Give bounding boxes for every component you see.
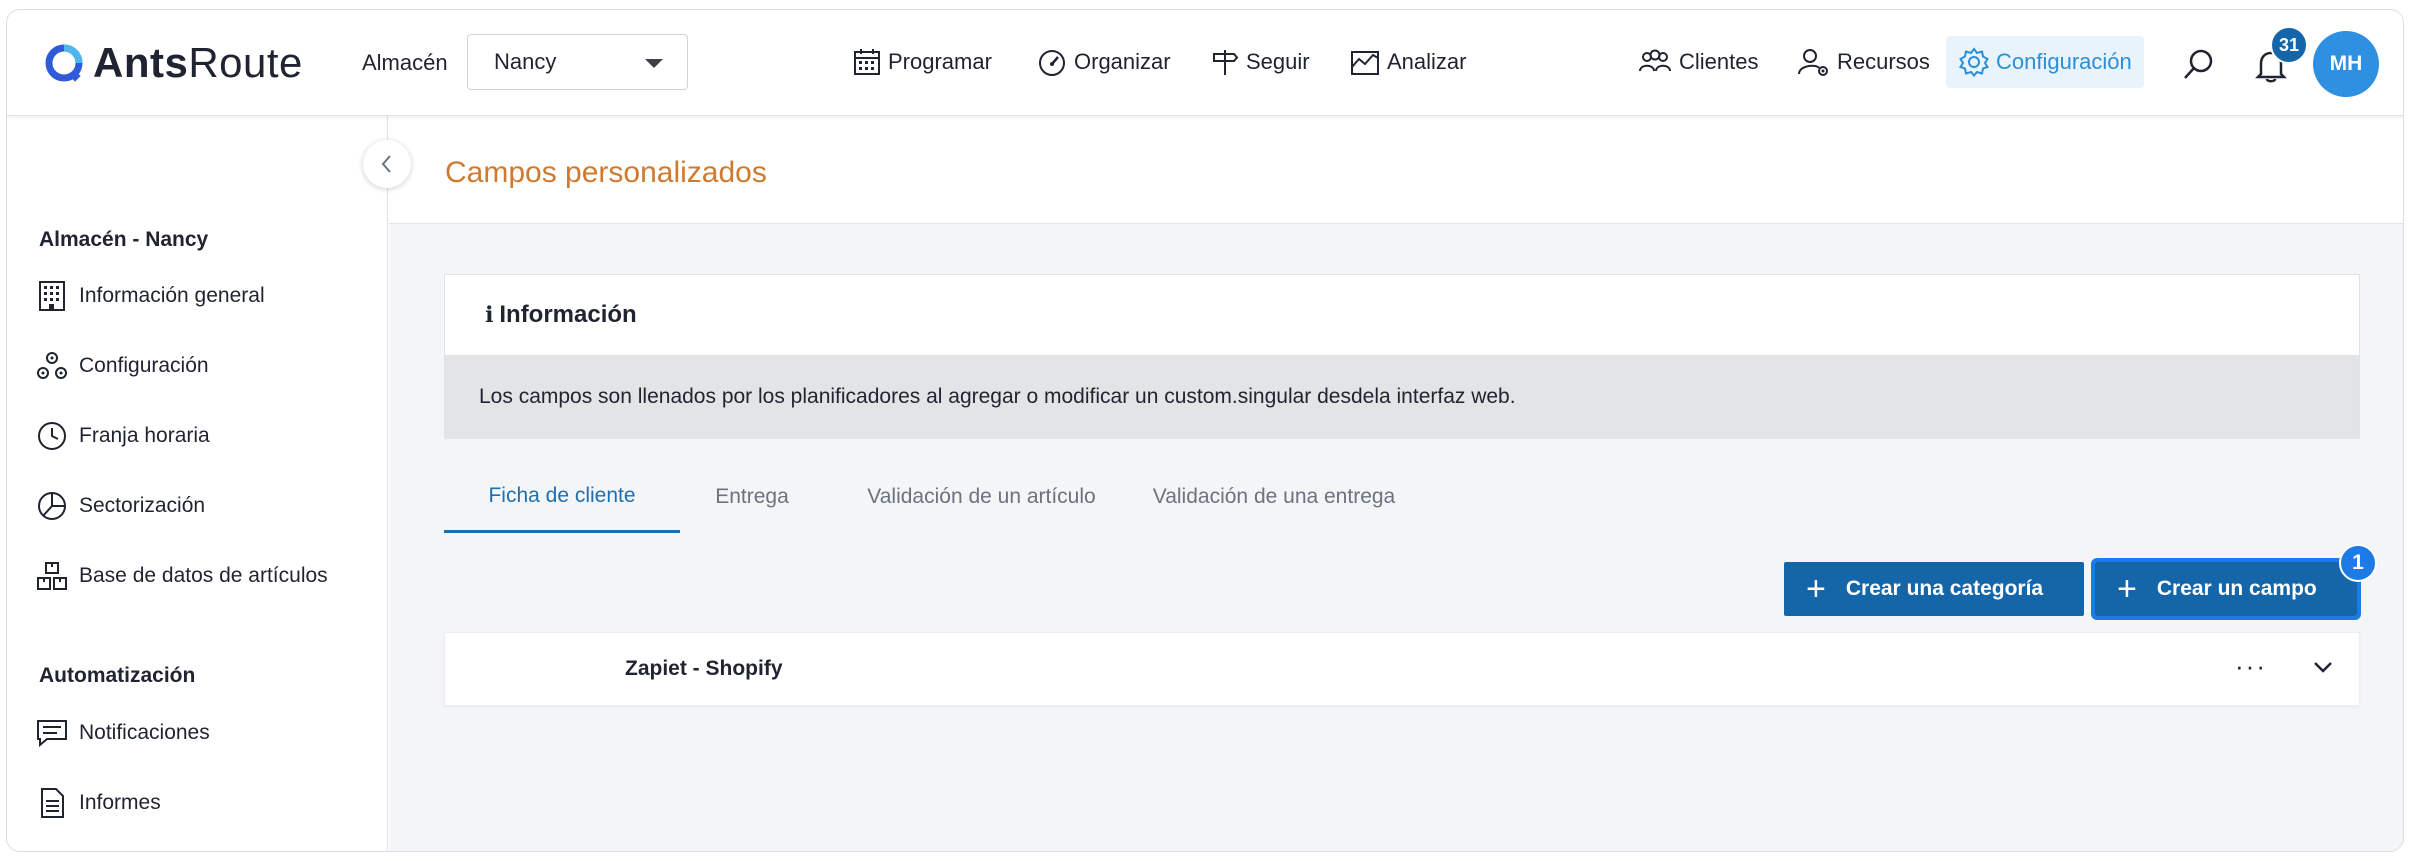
page-header: Campos personalizados [389,116,2403,224]
sidebar-section-warehouse: Almacén - Nancy [39,228,209,251]
document-icon [33,784,71,822]
sidebar-item-informacion-general[interactable]: Información general [33,276,265,316]
nav-seguir[interactable]: Seguir [1210,36,1310,88]
notification-count-badge: 31 [2270,26,2308,64]
logo[interactable]: AntsRoute [43,38,303,88]
pie-icon [33,487,71,525]
create-field-button[interactable]: + Crear un campo [2091,558,2361,620]
tab-validacion-articulo[interactable]: Validación de un artículo [844,461,1119,533]
sidebar-item-franja-horaria[interactable]: Franja horaria [33,416,210,456]
info-icon: ℹ [485,302,494,327]
chevron-left-icon [381,155,391,173]
logo-mark-icon [43,42,85,84]
gear-icon [1958,47,1990,78]
chevron-down-icon[interactable] [2311,655,2335,684]
boxes-icon [33,557,71,595]
nav-programar[interactable]: Programar [852,36,992,88]
warehouse-select-value: Nancy [494,49,557,74]
warehouse-select[interactable]: Nancy [467,34,688,90]
tab-validacion-entrega[interactable]: Validación de una entrega [1124,461,1424,533]
create-category-button[interactable]: + Crear una categoría [1784,562,2084,616]
avatar[interactable]: MH [2313,31,2379,97]
tab-ficha-de-cliente[interactable]: Ficha de cliente [444,461,680,533]
page-title: Campos personalizados [445,156,767,189]
logo-text: AntsRoute [93,39,303,86]
tabs: Ficha de cliente Entrega Validación de u… [444,461,2360,533]
chevron-down-icon [645,59,663,68]
info-title: Información [499,301,637,328]
main-content: Campos personalizados ℹ Información Los … [389,116,2403,851]
step-badge: 1 [2339,544,2377,582]
sidebar: Almacén - Nancy Información general Conf… [7,116,388,851]
message-icon [33,714,71,752]
nav-recursos[interactable]: Recursos [1797,36,1930,88]
warehouse-label: Almacén [362,50,448,75]
nav-clientes[interactable]: Clientes [1637,36,1758,88]
category-row[interactable]: Zapiet - Shopify ··· [444,632,2360,706]
sidebar-item-base-de-datos[interactable]: Base de datos de artículos [33,556,328,596]
info-card: ℹ Información Los campos son llenados po… [444,274,2360,439]
building-icon [33,277,71,315]
sidebar-item-configuracion[interactable]: Configuración [33,346,209,386]
sidebar-item-notificaciones[interactable]: Notificaciones [33,713,210,753]
nav-organizar[interactable]: Organizar [1036,36,1171,88]
more-options-icon[interactable]: ··· [2235,651,2267,682]
sidebar-item-sectorizacion[interactable]: Sectorización [33,486,205,526]
sidebar-section-automatizacion: Automatización [39,664,196,687]
speedometer-icon [1039,50,1065,76]
people-icon [1639,49,1671,72]
signpost-icon [1213,50,1239,75]
sidebar-item-informes[interactable]: Informes [33,783,161,823]
calendar-icon [854,49,880,75]
nav-analizar[interactable]: Analizar [1349,36,1466,88]
user-gear-icon [1798,49,1828,76]
info-card-header: ℹ Información [445,275,2359,355]
info-text: Los campos son llenados por los planific… [445,355,2359,439]
collapse-sidebar-button[interactable] [363,140,411,188]
plus-icon: + [1806,570,1826,608]
top-bar: AntsRoute Almacén Nancy Programar Organi… [7,10,2403,116]
category-name: Zapiet - Shopify [625,657,783,680]
clock-icon [33,417,71,455]
plus-icon: + [2117,570,2137,608]
search-button[interactable] [2179,44,2219,84]
tab-entrega[interactable]: Entrega [684,461,820,533]
search-icon [2184,49,2213,79]
gears-icon [33,347,71,385]
chart-icon [1351,51,1379,75]
app-window: AntsRoute Almacén Nancy Programar Organi… [6,9,2404,852]
nav-configuracion[interactable]: Configuración [1946,36,2144,88]
